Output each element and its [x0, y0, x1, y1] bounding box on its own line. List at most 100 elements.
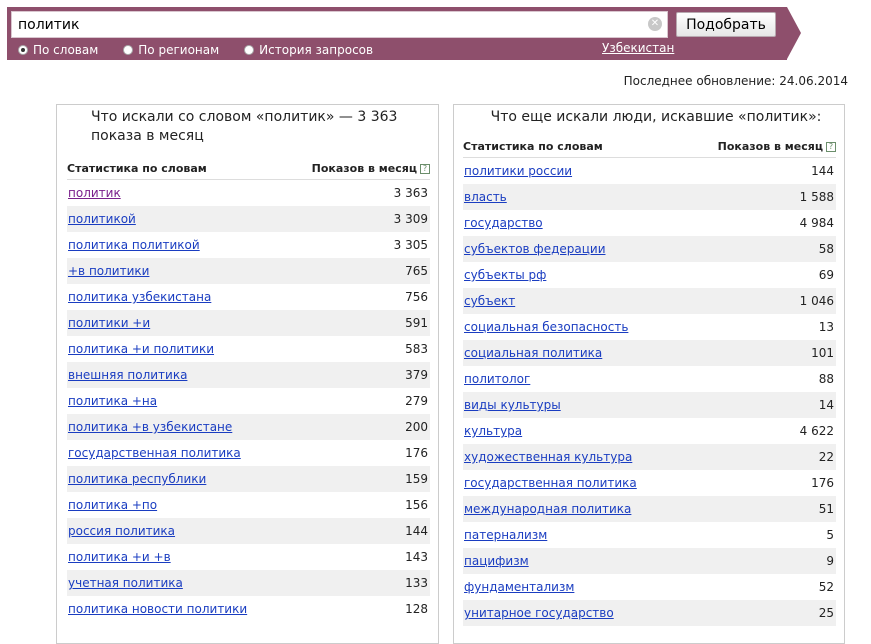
table-row: государственная политика 176 [463, 470, 836, 496]
table-row: политолог 88 [463, 366, 836, 392]
keyword-link[interactable]: социальная политика [464, 346, 602, 360]
impressions-count: 144 [811, 164, 834, 178]
mode-by-regions[interactable]: По регионам [123, 43, 219, 57]
region-link[interactable]: Узбекистан [602, 41, 674, 55]
radio-icon[interactable] [123, 45, 134, 55]
impressions-count: 3 309 [393, 212, 428, 226]
impressions-count: 200 [405, 420, 428, 434]
impressions-count: 176 [811, 476, 834, 490]
table-row: политика +и политики 583 [67, 336, 430, 362]
column-count: Показов в месяц? [718, 140, 836, 153]
table-row: пацифизм 9 [463, 548, 836, 574]
keyword-link[interactable]: политика политикой [68, 238, 200, 252]
keyword-link[interactable]: россия политика [68, 524, 175, 538]
impressions-count: 52 [818, 580, 834, 594]
keyword-link[interactable]: государственная политика [68, 446, 241, 460]
impressions-count: 133 [405, 576, 428, 590]
keyword-link[interactable]: политики россии [464, 164, 572, 178]
keyword-link[interactable]: пацифизм [464, 554, 529, 568]
keyword-link[interactable]: патернализм [464, 528, 547, 542]
impressions-count: 176 [405, 446, 428, 460]
impressions-count: 379 [405, 368, 428, 382]
radio-icon[interactable] [18, 45, 28, 55]
submit-button[interactable]: Подобрать [676, 12, 776, 37]
table-row: политик 3 363 [67, 180, 430, 206]
impressions-count: 3 305 [393, 238, 428, 252]
keyword-list: политики россии 144 власть 1 588 государство… [463, 158, 836, 626]
table-row: +в политики 765 [67, 258, 430, 284]
table-row: политика +на 279 [67, 388, 430, 414]
impressions-count: 3 363 [393, 186, 428, 200]
table-row: политика новости политики 128 [67, 596, 430, 622]
keyword-link[interactable]: государство [464, 216, 543, 230]
help-icon[interactable]: ? [826, 142, 836, 152]
table-row: политика политикой 3 305 [67, 232, 430, 258]
impressions-count: 756 [405, 290, 428, 304]
keyword-link[interactable]: фундаментализм [464, 580, 574, 594]
radio-icon[interactable] [244, 45, 255, 55]
keyword-link[interactable]: внешняя политика [68, 368, 187, 382]
keyword-link[interactable]: политика +и +в [68, 550, 171, 564]
keyword-link[interactable]: культура [464, 424, 522, 438]
impressions-count: 51 [818, 502, 834, 516]
keyword-link[interactable]: власть [464, 190, 507, 204]
keyword-link[interactable]: политика +на [68, 394, 157, 408]
help-icon[interactable]: ? [420, 164, 430, 174]
impressions-count: 4 622 [799, 424, 834, 438]
keyword-link[interactable]: виды культуры [464, 398, 561, 412]
keyword-link[interactable]: политик [68, 186, 121, 200]
impressions-count: 144 [405, 524, 428, 538]
keyword-link[interactable]: субъект [464, 294, 515, 308]
mode-by-regions-label: По регионам [138, 43, 220, 57]
keyword-link[interactable]: политика узбекистана [68, 290, 211, 304]
keyword-link[interactable]: социальная безопасность [464, 320, 628, 334]
impressions-count: 591 [405, 316, 428, 330]
table-row: политикой 3 309 [67, 206, 430, 232]
table-row: унитарное государство 25 [463, 600, 836, 626]
keyword-link[interactable]: политикой [68, 212, 136, 226]
table-row: внешняя политика 379 [67, 362, 430, 388]
keyword-link[interactable]: политика +и политики [68, 342, 214, 356]
keyword-link[interactable]: политика новости политики [68, 602, 247, 616]
keyword-link[interactable]: международная политика [464, 502, 631, 516]
table-row: социальная безопасность 13 [463, 314, 836, 340]
table-row: политики +и 591 [67, 310, 430, 336]
keyword-link[interactable]: государственная политика [464, 476, 637, 490]
keyword-link[interactable]: политики +и [68, 316, 150, 330]
impressions-count: 5 [826, 528, 834, 542]
keyword-link[interactable]: художественная культура [464, 450, 632, 464]
table-header: Статистика по словам Показов в месяц? [67, 162, 430, 180]
table-row: субъект 1 046 [463, 288, 836, 314]
keyword-link[interactable]: политолог [464, 372, 530, 386]
clear-icon[interactable]: ✕ [648, 17, 662, 31]
impressions-count: 14 [818, 398, 834, 412]
keyword-link[interactable]: унитарное государство [464, 606, 614, 620]
table-row: политика республики 159 [67, 466, 430, 492]
impressions-count: 159 [405, 472, 428, 486]
column-count: Показов в месяц? [312, 162, 430, 175]
keyword-link[interactable]: политика +по [68, 498, 157, 512]
table-row: политика +по 156 [67, 492, 430, 518]
column-keyword: Статистика по словам [463, 140, 603, 153]
table-row: патернализм 5 [463, 522, 836, 548]
mode-history[interactable]: История запросов [244, 43, 373, 57]
impressions-count: 143 [405, 550, 428, 564]
keyword-link[interactable]: политика +в узбекистане [68, 420, 232, 434]
keyword-link[interactable]: субъекты рф [464, 268, 546, 282]
table-row: политика +в узбекистане 200 [67, 414, 430, 440]
table-row: политики россии 144 [463, 158, 836, 184]
table-row: социальная политика 101 [463, 340, 836, 366]
keyword-link[interactable]: политика республики [68, 472, 206, 486]
keyword-link[interactable]: учетная политика [68, 576, 183, 590]
panel-title: Что искали со словом «политик» — 3 363 п… [91, 109, 398, 144]
mode-by-words[interactable]: По словам [18, 43, 98, 57]
related-searches-panel: Что еще искали люди, искавшие «политик»:… [453, 104, 845, 644]
impressions-count: 9 [826, 554, 834, 568]
table-row: виды культуры 14 [463, 392, 836, 418]
impressions-count: 25 [818, 606, 834, 620]
keyword-link[interactable]: субъектов федерации [464, 242, 606, 256]
mode-by-words-label: По словам [33, 43, 99, 57]
keyword-link[interactable]: +в политики [68, 264, 149, 278]
table-row: государственная политика 176 [67, 440, 430, 466]
search-input[interactable] [11, 11, 668, 38]
